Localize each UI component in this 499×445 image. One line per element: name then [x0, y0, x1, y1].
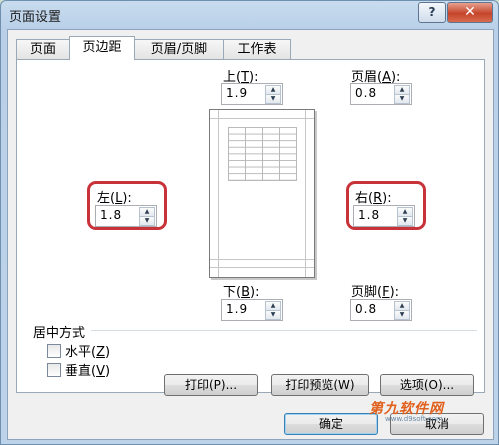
print-button[interactable]: 打印(P)... [164, 374, 258, 396]
spin-down-icon[interactable]: ▼ [265, 94, 281, 104]
dialog-title: 页面设置 [9, 10, 62, 25]
right-margin-label: 右(R): [355, 191, 392, 206]
horizontal-center-label[interactable]: 水平(Z) [65, 341, 110, 360]
title-bar[interactable]: 页面设置 ? ✕ [1, 1, 498, 29]
vertical-center-label[interactable]: 垂直(V) [65, 360, 110, 379]
help-button[interactable]: ? [418, 2, 446, 23]
preview-margin-line [210, 118, 314, 119]
right-margin-spinner[interactable]: 1.8 ▲ ▼ [353, 205, 415, 227]
tab-header-footer[interactable]: 页眉/页脚 [134, 39, 224, 59]
tab-page[interactable]: 页面 [16, 39, 70, 59]
ok-button[interactable]: 确定 [284, 413, 378, 435]
header-margin-value[interactable]: 0.8 [355, 86, 377, 100]
watermark-url: www.d9soft.com [385, 415, 443, 423]
spin-down-icon[interactable]: ▼ [397, 216, 413, 226]
footer-margin-spinner[interactable]: 0.8 ▲ ▼ [350, 299, 412, 321]
spin-down-icon[interactable]: ▼ [139, 216, 155, 226]
right-margin-value[interactable]: 1.8 [358, 208, 380, 222]
top-margin-spinner[interactable]: 1.9 ▲ ▼ [221, 83, 283, 105]
dialog-body: 页面 页边距 页眉/页脚 工作表 上(T): 1.9 ▲ ▼ 页眉(A): 0.8… [7, 29, 494, 440]
preview-margin-line [305, 110, 306, 277]
preview-grid [228, 127, 297, 181]
footer-margin-value[interactable]: 0.8 [355, 302, 377, 316]
spin-down-icon[interactable]: ▼ [394, 310, 410, 320]
print-preview-button[interactable]: 打印预览(W) [271, 374, 369, 396]
vertical-center-checkbox[interactable] [47, 363, 61, 377]
close-button[interactable]: ✕ [447, 2, 493, 23]
margins-panel: 上(T): 1.9 ▲ ▼ 页眉(A): 0.8 ▲ ▼ 左(L): 1.8 ▲… [16, 59, 485, 393]
options-button[interactable]: 选项(O)... [380, 374, 474, 396]
bottom-margin-spinner[interactable]: 1.9 ▲ ▼ [221, 299, 283, 321]
centering-group-label: 居中方式 [33, 326, 86, 341]
preview-margin-line [218, 110, 219, 277]
spin-down-icon[interactable]: ▼ [265, 310, 281, 320]
footer-margin-label: 页脚(F): [351, 285, 400, 300]
page-setup-dialog: 页面设置 ? ✕ 页面 页边距 页眉/页脚 工作表 上(T): 1.9 ▲ ▼ 页… [0, 0, 499, 445]
left-margin-label: 左(L): [97, 191, 132, 206]
preview-margin-line [210, 267, 314, 268]
bottom-margin-label: 下(B): [223, 285, 260, 300]
tab-sheet[interactable]: 工作表 [223, 39, 291, 59]
spin-down-icon[interactable]: ▼ [394, 94, 410, 104]
horizontal-center-checkbox[interactable] [47, 344, 61, 358]
preview-margin-line [210, 259, 314, 260]
top-margin-value[interactable]: 1.9 [226, 86, 248, 100]
left-margin-value[interactable]: 1.8 [100, 208, 122, 222]
close-icon: ✕ [464, 4, 476, 20]
header-margin-spinner[interactable]: 0.8 ▲ ▼ [350, 83, 412, 105]
page-preview [209, 109, 315, 278]
left-margin-spinner[interactable]: 1.8 ▲ ▼ [95, 205, 157, 227]
help-icon: ? [428, 5, 436, 19]
group-divider [91, 330, 477, 331]
bottom-margin-value[interactable]: 1.9 [226, 302, 248, 316]
tab-margins[interactable]: 页边距 [69, 36, 135, 60]
